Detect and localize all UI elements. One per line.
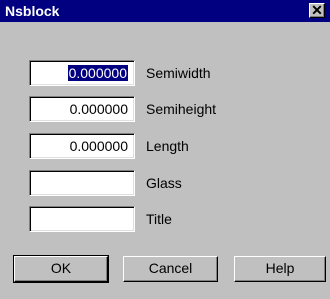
ok-button[interactable]: OK: [13, 255, 109, 283]
cancel-button[interactable]: Cancel: [123, 256, 218, 282]
semiwidth-label: Semiwidth: [146, 65, 211, 81]
title-bar[interactable]: Nsblock ✕: [0, 0, 330, 22]
close-icon: ✕: [311, 2, 323, 18]
help-button[interactable]: Help: [234, 256, 326, 282]
semiheight-label: Semiheight: [146, 101, 217, 117]
semiheight-value: 0.000000: [69, 101, 128, 117]
title-field[interactable]: [29, 206, 135, 232]
semiwidth-value: 0.000000: [67, 65, 128, 81]
semiwidth-field[interactable]: 0.000000: [29, 60, 135, 86]
nsblock-dialog: Nsblock ✕ 0.000000 Semiwidth 0.000000 Se…: [0, 0, 330, 299]
semiheight-field[interactable]: 0.000000: [29, 96, 135, 122]
glass-field[interactable]: [29, 170, 135, 196]
window-title: Nsblock: [5, 3, 60, 19]
glass-label: Glass: [146, 175, 182, 191]
close-button[interactable]: ✕: [309, 3, 325, 18]
title-label: Title: [146, 211, 172, 227]
length-value: 0.000000: [69, 138, 128, 154]
length-field[interactable]: 0.000000: [29, 133, 135, 159]
length-label: Length: [146, 138, 189, 154]
